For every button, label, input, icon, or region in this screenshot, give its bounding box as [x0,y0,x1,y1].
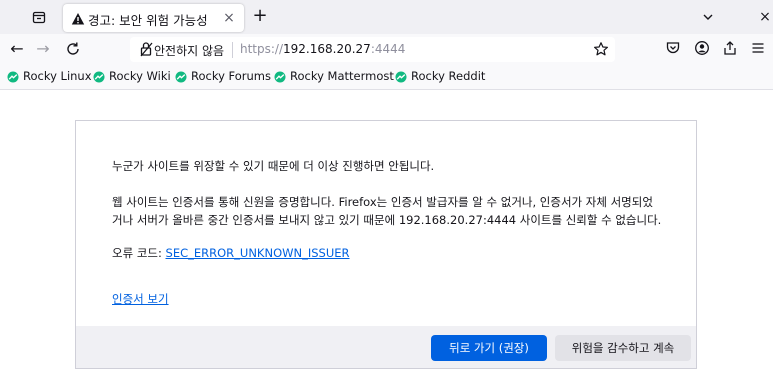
url-port: :4444 [370,42,406,56]
account-icon[interactable] [694,40,710,56]
hamburger-menu-icon[interactable] [750,40,766,56]
warning-intro-text: 누군가 사이트를 위장할 수 있기 때문에 더 이상 진행하면 안됩니다. [112,159,435,173]
chevron-down-icon[interactable] [700,9,716,25]
rocky-logo-icon [7,71,19,83]
rocky-logo-icon [175,71,187,83]
url-scheme: https:// [240,42,284,56]
rocky-logo-icon [274,71,286,83]
window-close-button[interactable]: × [757,9,773,25]
bookmark-rocky-mattermost[interactable]: Rocky Mattermost [274,69,394,85]
new-tab-button[interactable]: + [252,7,268,25]
bookmarks-toolbar: Rocky Linux Rocky Wiki Rocky Forums Rock… [0,64,773,90]
error-code-label: 오류 코드: [112,246,166,260]
url-host: 192.168.20.27 [283,42,371,56]
tab-bar: 경고: 보안 위험 가능성 × + × [0,0,773,34]
star-icon[interactable] [593,41,609,57]
address-bar[interactable]: 안전하지 않음 https://192.168.20.27:4444 [130,37,615,62]
tab-security-warning[interactable]: 경고: 보안 위험 가능성 × [63,4,244,32]
tab-title: 경고: 보안 위험 가능성 [88,13,208,28]
bookmark-label: Rocky Mattermost [290,69,394,83]
bookmark-label: Rocky Wiki [109,69,171,83]
error-code-link[interactable]: SEC_ERROR_UNKNOWN_ISSUER [166,246,350,260]
go-back-button[interactable]: 뒤로 가기 (권장) [431,335,547,361]
warning-detail-line-2: 거나 서버가 올바른 중간 인증서를 보내지 않고 있기 때문에 192.168… [112,213,662,227]
not-secure-lock-icon[interactable] [140,41,154,57]
warning-detail-line-1: 웹 사이트는 인증서를 통해 신원을 증명합니다. Firefox는 인증서 발… [112,195,653,209]
navigation-toolbar: ← → 안전하지 않음 https://192.168.20.27:4444 [0,34,773,64]
bookmark-rocky-forums[interactable]: Rocky Forums [175,69,271,85]
error-code-row: 오류 코드: SEC_ERROR_UNKNOWN_ISSUER [112,245,350,261]
warning-icon [71,11,85,25]
rocky-logo-icon [93,71,105,83]
back-button[interactable]: ← [8,40,26,58]
accept-risk-button[interactable]: 위험을 감수하고 계속 [555,335,691,361]
bookmark-rocky-linux[interactable]: Rocky Linux [7,69,92,85]
url-divider [232,42,233,58]
url-text[interactable]: https://192.168.20.27:4444 [240,42,405,56]
bookmark-label: Rocky Reddit [411,69,486,83]
share-icon[interactable] [722,40,738,56]
close-icon[interactable]: × [221,10,237,26]
bookmark-label: Rocky Forums [191,69,271,83]
bookmark-rocky-reddit[interactable]: Rocky Reddit [395,69,485,85]
forward-button[interactable]: → [34,40,52,58]
security-warning-panel: 누군가 사이트를 위장할 수 있기 때문에 더 이상 진행하면 안됩니다. 웹 … [75,120,697,369]
bookmark-label: Rocky Linux [23,69,92,83]
reload-icon[interactable] [64,40,82,58]
view-certificate-link[interactable]: 인증서 보기 [112,291,169,307]
tab-list-icon[interactable] [31,9,47,25]
security-status-label[interactable]: 안전하지 않음 [154,42,224,59]
pocket-icon[interactable] [665,40,681,56]
rocky-logo-icon [395,71,407,83]
bookmark-rocky-wiki[interactable]: Rocky Wiki [93,69,171,85]
warning-actions: 뒤로 가기 (권장) 위험을 감수하고 계속 [76,326,696,368]
page-content: 누군가 사이트를 위장할 수 있기 때문에 더 이상 진행하면 안됩니다. 웹 … [0,90,773,379]
